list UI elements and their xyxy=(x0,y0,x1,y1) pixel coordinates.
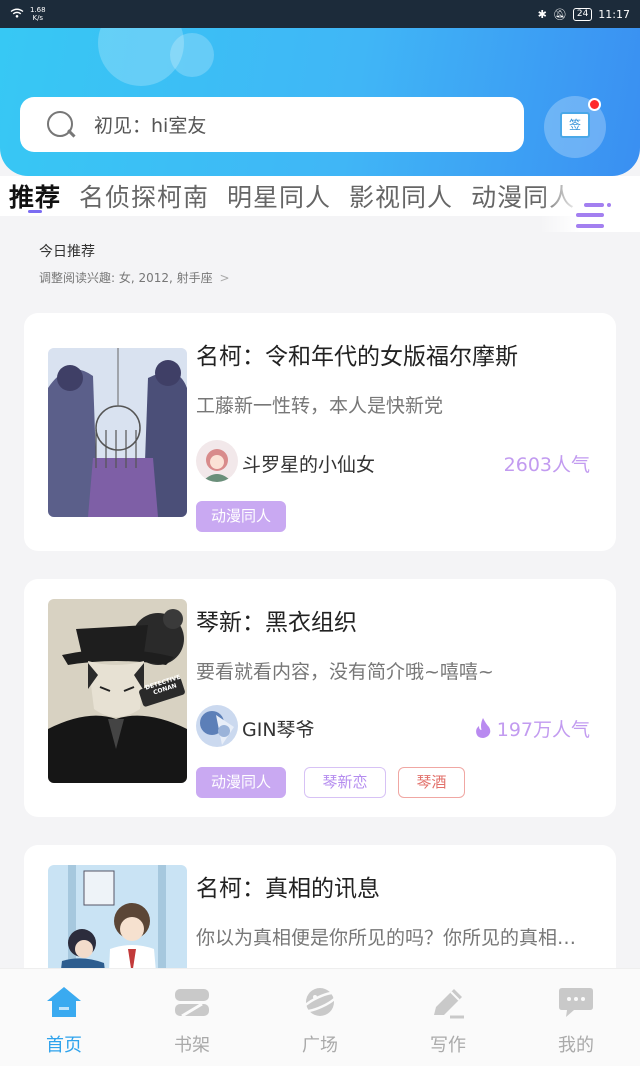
book-card[interactable]: 名柯：令和年代的女版福尔摩斯 工藤新一性转，本人是快新党 斗罗星的小仙女 260… xyxy=(24,313,616,551)
header-banner: 初见：hi室友 签 xyxy=(0,28,640,176)
nav-write-label: 写作 xyxy=(430,1035,466,1056)
section-title: 今日推荐 xyxy=(39,244,95,260)
author-avatar xyxy=(196,705,238,747)
search-icon xyxy=(46,110,76,140)
sign-in-button[interactable]: 签 xyxy=(544,96,606,158)
tab-detective-conan[interactable]: 名侦探柯南 xyxy=(70,178,218,214)
book-cover xyxy=(48,348,187,517)
book-description: 要看就看内容，没有简介哦~嘻嘻~ xyxy=(196,661,494,683)
pencil-icon xyxy=(430,985,466,1019)
bottom-navigation: 首页 书架 广场 写作 我的 xyxy=(0,968,640,1066)
network-speed: 1.68 K/s xyxy=(30,6,46,22)
nav-square[interactable]: 广场 xyxy=(256,969,384,1066)
author-avatar xyxy=(196,440,238,482)
book-description: 你以为真相便是你所见的吗？你所见的真相… xyxy=(196,927,577,949)
battery-indicator: 24 xyxy=(572,7,593,21)
tab-film-tv-fanfic[interactable]: 影视同人 xyxy=(340,178,462,214)
nav-mine[interactable]: 我的 xyxy=(512,969,640,1066)
author-name: GIN琴爷 xyxy=(242,719,315,741)
tag-anime-fanfic[interactable]: 动漫同人 xyxy=(196,767,287,798)
tab-celebrity-fanfic[interactable]: 明星同人 xyxy=(218,178,340,214)
nav-home[interactable]: 首页 xyxy=(0,969,128,1066)
search-bar[interactable]: 初见：hi室友 xyxy=(20,97,524,152)
bluetooth-icon: ✱ xyxy=(537,7,547,21)
chat-bubble-icon xyxy=(558,985,594,1019)
clock: 11:17 xyxy=(598,7,630,21)
wifi-icon xyxy=(10,8,24,21)
nav-write[interactable]: 写作 xyxy=(384,969,512,1066)
tab-recommend[interactable]: 推荐 xyxy=(0,178,70,214)
search-placeholder: 初见：hi室友 xyxy=(94,115,207,137)
status-bar: 1.68 K/s ✱ 🔕︎ 24 11:17 xyxy=(0,0,640,28)
notification-dot xyxy=(588,98,601,111)
tag-gin[interactable]: 琴酒 xyxy=(398,767,465,798)
tag-gin-shinichi[interactable]: 琴新恋 xyxy=(304,767,386,798)
nav-mine-label: 我的 xyxy=(558,1035,594,1056)
nav-square-label: 广场 xyxy=(302,1035,338,1056)
book-title: 名柯：真相的讯息 xyxy=(196,876,380,902)
bookshelf-icon xyxy=(174,985,210,1019)
book-title: 名柯：令和年代的女版福尔摩斯 xyxy=(196,344,518,370)
popularity-count: 197万人气 xyxy=(475,715,590,742)
book-title: 琴新：黑衣组织 xyxy=(196,610,357,636)
active-tab-indicator xyxy=(28,210,42,213)
chevron-right-icon: > xyxy=(219,271,230,285)
category-menu-icon[interactable] xyxy=(576,200,612,232)
book-card[interactable]: DETECTIVE CONAN 琴新：黑衣组织 要看就看内容，没有简介哦~嘻嘻~… xyxy=(24,579,616,817)
book-cover: DETECTIVE CONAN xyxy=(48,599,187,783)
planet-icon xyxy=(301,985,339,1019)
sign-in-label: 签 xyxy=(560,112,590,138)
reading-interest-text: 调整阅读兴趣: 女, 2012, 射手座 xyxy=(39,271,213,285)
tag-anime-fanfic[interactable]: 动漫同人 xyxy=(196,501,287,532)
nav-bookshelf[interactable]: 书架 xyxy=(128,969,256,1066)
reading-interest-link[interactable]: 调整阅读兴趣: 女, 2012, 射手座 > xyxy=(39,269,230,286)
home-icon xyxy=(46,985,82,1019)
book-description: 工藤新一性转，本人是快新党 xyxy=(196,395,444,417)
author-name: 斗罗星的小仙女 xyxy=(242,454,376,476)
nav-home-label: 首页 xyxy=(46,1035,82,1056)
popularity-count: 2603人气 xyxy=(503,454,590,476)
mute-icon: 🔕︎ xyxy=(552,7,567,21)
fire-icon xyxy=(475,718,497,741)
nav-bookshelf-label: 书架 xyxy=(174,1035,210,1056)
